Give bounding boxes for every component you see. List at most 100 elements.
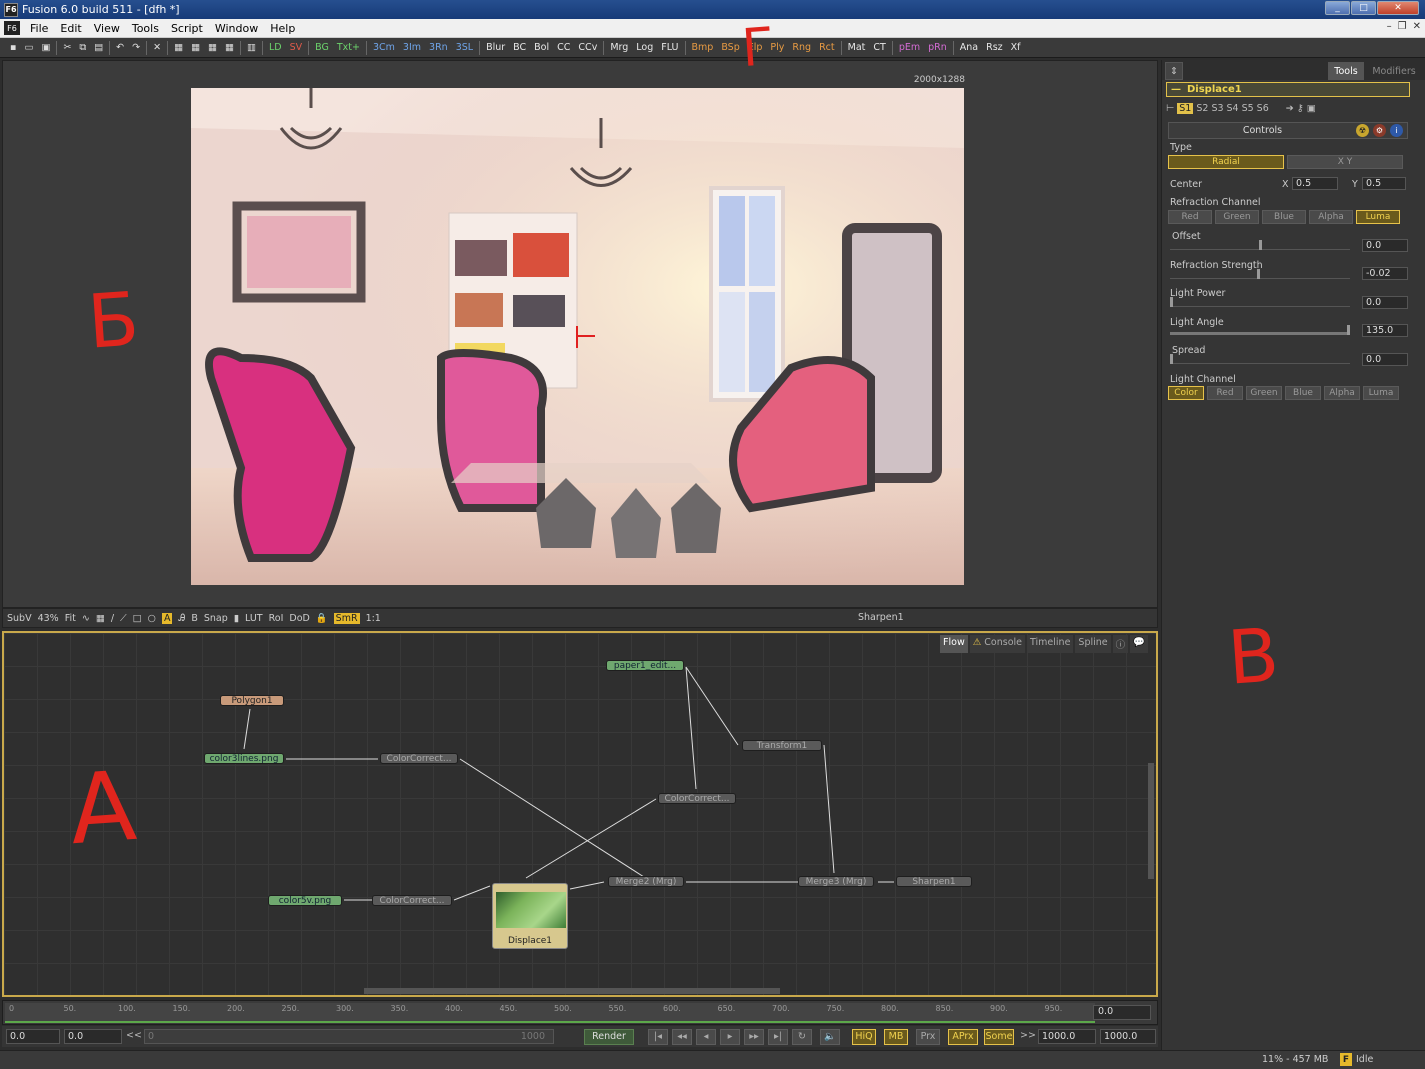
node-paper1[interactable]: paper1_edit... bbox=[606, 660, 684, 671]
tool-xf-button[interactable]: Xf bbox=[1007, 42, 1025, 53]
smr-button[interactable]: SmR bbox=[333, 612, 360, 624]
maximize-button[interactable]: □ bbox=[1351, 1, 1376, 15]
doc-restore-icon[interactable]: ❐ bbox=[1398, 21, 1407, 32]
tool-ply-button[interactable]: Ply bbox=[766, 42, 788, 53]
render-end-field[interactable]: 1000.0 bbox=[1038, 1029, 1096, 1044]
tool-flu-button[interactable]: FLU bbox=[657, 42, 682, 53]
node-merge2[interactable]: Merge2 (Mrg) bbox=[608, 876, 684, 887]
light-red-button[interactable]: Red bbox=[1207, 386, 1243, 400]
fit-button[interactable]: Fit bbox=[65, 613, 76, 624]
tool-ct-button[interactable]: CT bbox=[869, 42, 889, 53]
tool-3rn-button[interactable]: 3Rn bbox=[425, 42, 452, 53]
ab-toggle-icon[interactable]: Ꭿ bbox=[178, 613, 185, 624]
refraction-alpha-button[interactable]: Alpha bbox=[1309, 210, 1353, 224]
undo-icon[interactable]: ↶ bbox=[112, 42, 128, 53]
audio-icon[interactable]: 🔈 bbox=[820, 1028, 840, 1045]
prx-button[interactable]: Prx bbox=[916, 1028, 940, 1045]
eyedropper-icon[interactable]: ⟋ bbox=[120, 613, 127, 624]
node-sharpen1[interactable]: Sharpen1 bbox=[896, 876, 972, 887]
cut-icon[interactable]: ✂ bbox=[59, 42, 75, 53]
offset-slider[interactable] bbox=[1170, 240, 1350, 250]
tool-txt-button[interactable]: Txt+ bbox=[333, 42, 364, 53]
light-angle-field[interactable]: 135.0 bbox=[1362, 324, 1408, 337]
tool-elp-button[interactable]: Elp bbox=[744, 42, 767, 53]
light-power-knob[interactable] bbox=[1170, 297, 1173, 307]
save-settings-icon[interactable]: ▣ bbox=[1307, 103, 1316, 114]
layout-4-icon[interactable]: ▦ bbox=[221, 42, 238, 53]
light-alpha-button[interactable]: Alpha bbox=[1324, 386, 1360, 400]
light-angle-slider[interactable] bbox=[1170, 325, 1350, 335]
lut-button[interactable]: LUT bbox=[245, 613, 263, 624]
roi-button[interactable]: RoI bbox=[269, 613, 284, 624]
light-green-button[interactable]: Green bbox=[1246, 386, 1282, 400]
tool-blur-button[interactable]: Blur bbox=[482, 42, 509, 53]
tool-ld-button[interactable]: LD bbox=[265, 42, 286, 53]
node-colorcorrect1[interactable]: ColorCorrect... bbox=[380, 753, 458, 764]
key-icon[interactable]: ⚷ bbox=[1297, 103, 1304, 114]
offset-field[interactable]: 0.0 bbox=[1362, 239, 1408, 252]
info-icon[interactable]: i bbox=[1390, 124, 1403, 137]
menu-window[interactable]: Window bbox=[209, 22, 264, 35]
copy-icon[interactable]: ⧉ bbox=[75, 42, 90, 53]
hiq-button[interactable]: HiQ bbox=[852, 1028, 876, 1045]
close-button[interactable]: ✕ bbox=[1377, 1, 1419, 15]
refraction-green-button[interactable]: Green bbox=[1215, 210, 1259, 224]
refraction-blue-button[interactable]: Blue bbox=[1262, 210, 1306, 224]
circle-icon[interactable]: ○ bbox=[148, 613, 156, 624]
scroll-right-button[interactable]: >> bbox=[1020, 1030, 1036, 1041]
light-power-field[interactable]: 0.0 bbox=[1362, 296, 1408, 309]
ruler-track[interactable]: 0 50. 100. 150. 200. 250. 300. 350. 400. 450. 500.… bbox=[5, 1003, 1095, 1023]
tool-bol-button[interactable]: Bol bbox=[530, 42, 553, 53]
pin-icon[interactable]: ⊢ bbox=[1166, 103, 1174, 114]
tab-s4[interactable]: S4 bbox=[1227, 103, 1239, 114]
controls-header[interactable]: Controls ☢ ⚙ i bbox=[1168, 122, 1408, 139]
menu-edit[interactable]: Edit bbox=[54, 22, 87, 35]
node-color3lines[interactable]: color3lines.png bbox=[204, 753, 284, 764]
doc-close-icon[interactable]: ✕ bbox=[1413, 21, 1421, 32]
step-forward-icon[interactable]: ▸▸ bbox=[744, 1028, 764, 1045]
tool-bg-button[interactable]: BG bbox=[311, 42, 333, 53]
doc-icon[interactable]: F6 bbox=[4, 21, 20, 35]
image-viewer[interactable]: 2000x1288 bbox=[2, 60, 1158, 608]
panel-scroll-icon[interactable]: ⇕ bbox=[1165, 62, 1183, 80]
tab-s1[interactable]: S1 bbox=[1177, 102, 1194, 114]
tool-3im-button[interactable]: 3Im bbox=[399, 42, 425, 53]
flow-vscrollbar[interactable] bbox=[1148, 763, 1154, 879]
tool-3sl-button[interactable]: 3SL bbox=[452, 42, 477, 53]
tab-s5[interactable]: S5 bbox=[1242, 103, 1254, 114]
light-angle-knob[interactable] bbox=[1347, 325, 1350, 335]
layout-5-icon[interactable]: ▥ bbox=[243, 42, 260, 53]
layout-1-icon[interactable]: ▦ bbox=[170, 42, 187, 53]
minimize-button[interactable]: _ bbox=[1325, 1, 1350, 15]
menu-script[interactable]: Script bbox=[165, 22, 209, 35]
flow-editor[interactable]: Flow ⚠ Console Timeline Spline ⓘ 💬 Polyg… bbox=[2, 631, 1158, 997]
node-merge3[interactable]: Merge3 (Mrg) bbox=[798, 876, 874, 887]
menu-help[interactable]: Help bbox=[264, 22, 301, 35]
render-start-field[interactable]: 0.0 bbox=[64, 1029, 122, 1044]
play-icon[interactable]: ▸ bbox=[720, 1028, 740, 1045]
tab-s3[interactable]: S3 bbox=[1211, 103, 1223, 114]
tool-pem-button[interactable]: pEm bbox=[895, 42, 924, 53]
tool-cc-button[interactable]: CC bbox=[553, 42, 574, 53]
arrow-icon[interactable]: ➔ bbox=[1286, 103, 1294, 114]
scroll-left-button[interactable]: << bbox=[126, 1030, 142, 1041]
open-icon[interactable]: ▭ bbox=[20, 42, 37, 53]
tool-mrg-button[interactable]: Mrg bbox=[606, 42, 632, 53]
node-transform1[interactable]: Transform1 bbox=[742, 740, 822, 751]
play-reverse-icon[interactable]: ◂ bbox=[696, 1028, 716, 1045]
light-color-button[interactable]: Color bbox=[1168, 386, 1204, 400]
tool-3cm-button[interactable]: 3Cm bbox=[369, 42, 399, 53]
spread-field[interactable]: 0.0 bbox=[1362, 353, 1408, 366]
save-icon[interactable]: ▣ bbox=[37, 42, 54, 53]
type-xy-button[interactable]: X Y bbox=[1287, 155, 1403, 169]
one-to-one-button[interactable]: 1:1 bbox=[366, 613, 381, 624]
tool-bc-button[interactable]: BC bbox=[509, 42, 530, 53]
menu-file[interactable]: File bbox=[24, 22, 54, 35]
subview-dropdown[interactable]: SubV bbox=[7, 613, 32, 624]
tool-rct-button[interactable]: Rct bbox=[815, 42, 839, 53]
tool-log-button[interactable]: Log bbox=[632, 42, 657, 53]
paste-icon[interactable]: ▤ bbox=[90, 42, 107, 53]
node-colorcorrect3[interactable]: ColorCorrect... bbox=[372, 895, 452, 906]
some-button[interactable]: Some bbox=[984, 1028, 1014, 1045]
buffer-a-button[interactable]: A bbox=[161, 612, 173, 624]
